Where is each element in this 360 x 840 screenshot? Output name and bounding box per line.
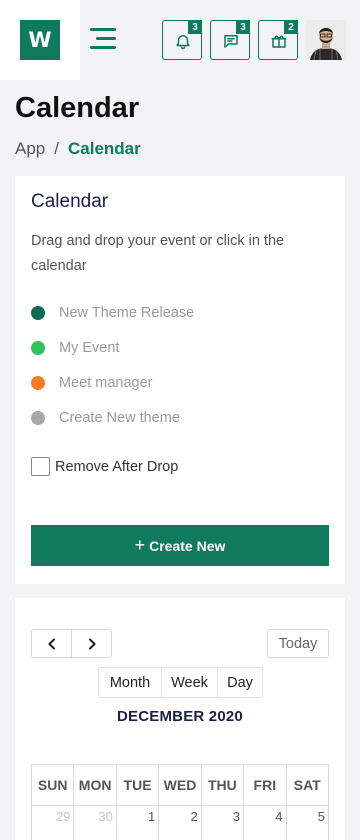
chevron-right-icon [88,638,95,649]
event-label: My Event [59,339,120,356]
message-count-badge: 3 [236,20,250,34]
message-icon [224,35,238,48]
event-color-dot [31,410,45,425]
weekday-header: SUN [32,765,75,806]
event-label: Meet manager [59,374,153,391]
gifts-button[interactable]: 2 [258,20,298,60]
plus-icon: + [134,535,146,555]
events-card-title: Calendar [31,191,109,212]
day-number: 3 [232,809,241,824]
breadcrumb-current: Calendar [67,139,141,158]
logo[interactable]: W [20,20,60,60]
draggable-event[interactable]: New Theme Release [31,295,194,330]
create-new-button[interactable]: + Create New [31,525,329,566]
day-number: 29 [55,809,71,824]
day-cell[interactable]: 2 [159,806,202,840]
page-title: Calendar [15,92,140,124]
gift-icon [271,35,287,48]
day-cell[interactable]: 5 [287,806,329,840]
weekday-header-row: SUN MON TUE WED THU FRI SAT [32,765,329,806]
draggable-event[interactable]: My Event [31,330,194,365]
weekday-header: MON [74,765,117,806]
prev-month-button[interactable] [32,630,71,657]
logo-container: W [0,0,80,80]
breadcrumb: App / Calendar [15,139,141,159]
view-switcher: Month Week Day [98,667,263,698]
day-cell[interactable]: 29 [32,806,75,840]
remove-after-drop-checkbox[interactable] [31,457,50,476]
weekday-header: THU [201,765,245,806]
day-number: 4 [275,809,283,824]
calendar-month-title: DECEMBER 2020 [117,708,243,725]
chevron-left-icon [48,638,55,649]
breadcrumb-separator: / [54,139,59,158]
events-card: Calendar Drag and drop your event or cli… [15,176,345,584]
day-number: 2 [190,809,198,824]
next-month-button[interactable] [71,630,111,657]
calendar-nav-group [31,629,112,658]
notifications-button[interactable]: 3 [162,20,202,60]
day-cell[interactable]: 4 [244,806,287,840]
today-button[interactable]: Today [267,629,329,658]
avatar[interactable] [306,20,346,60]
event-label: Create New theme [59,409,180,426]
day-number: 5 [317,809,325,824]
top-bar: W 3 3 2 [0,0,360,80]
event-color-dot [31,305,45,320]
weekday-header: TUE [116,765,160,806]
remove-after-drop-label[interactable]: Remove After Drop [55,459,178,475]
remove-after-drop-option: Remove After Drop [31,457,178,476]
weekday-header: WED [159,765,202,806]
breadcrumb-root-link[interactable]: App [15,139,45,158]
draggable-event[interactable]: Create New theme [31,400,194,435]
day-cell[interactable]: 3 [202,806,245,840]
menu-toggle-icon[interactable] [90,28,116,50]
event-color-dot [31,375,45,390]
event-color-dot [31,340,45,355]
calendar-card: Today Month Week Day DECEMBER 2020 SUN M… [15,598,345,840]
messages-button[interactable]: 3 [210,20,250,60]
weekday-header: FRI [244,765,287,806]
gift-count-badge: 2 [284,20,298,34]
day-cell[interactable]: 1 [117,806,160,840]
weekday-header: SAT [286,765,329,806]
day-number: 1 [148,809,156,824]
view-day-button[interactable]: Day [217,668,262,697]
bell-icon [176,35,190,50]
notification-count-badge: 3 [188,20,202,34]
draggable-events-list: New Theme Release My Event Meet manager … [31,295,194,435]
event-label: New Theme Release [59,304,195,321]
view-month-button[interactable]: Month [99,668,161,697]
calendar-grid: SUN MON TUE WED THU FRI SAT 29 30 1 2 3 … [31,764,329,840]
week-row: 29 30 1 2 3 4 5 [32,806,329,840]
day-cell[interactable]: 30 [74,806,117,840]
create-new-label: Create New [149,537,226,554]
events-card-description: Drag and drop your event or click in the… [31,233,285,274]
view-week-button[interactable]: Week [161,668,217,697]
day-number: 30 [98,809,113,824]
draggable-event[interactable]: Meet manager [31,365,194,400]
